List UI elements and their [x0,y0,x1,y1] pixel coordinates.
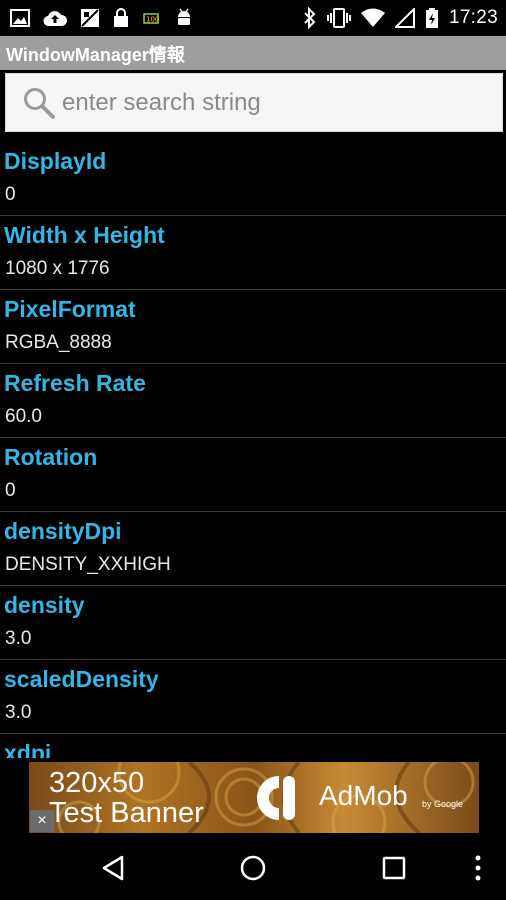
item-label: xdpi [4,740,52,758]
list-item[interactable]: PixelFormat RGBA_8888 [0,290,506,364]
item-value: 3.0 [5,628,32,649]
signal-icon [394,8,415,28]
gallery-icon [80,8,100,28]
recents-icon[interactable] [374,848,414,888]
bluetooth-icon [303,7,317,29]
item-label: scaledDensity [4,666,159,692]
search-icon [22,86,56,125]
home-icon[interactable] [233,848,273,888]
search-input[interactable] [62,84,492,122]
item-label: Width x Height [4,222,165,248]
battery-saver-icon: 100 [142,10,162,26]
list-item[interactable]: xdpi [0,734,506,758]
clock: 17:23 [448,7,498,28]
item-value: 60.0 [5,406,42,427]
item-label: PixelFormat [4,296,136,322]
ad-by-google: by Google [422,799,464,809]
ad-brand: AdMob [319,780,408,811]
admob-logo-icon [255,774,307,827]
item-label: Rotation [4,444,98,470]
item-label: Refresh Rate [4,370,146,396]
app-title: WindowManager情報 [6,45,185,65]
item-value: RGBA_8888 [5,332,112,353]
vibrate-icon [326,7,351,29]
list-item[interactable]: Width x Height 1080 x 1776 [0,216,506,290]
image-icon [10,9,30,27]
ad-line-1: 320x50 [49,767,145,799]
lock-icon [113,8,129,28]
list-item[interactable]: density 3.0 [0,586,506,660]
list-item[interactable]: Rotation 0 [0,438,506,512]
navigation-bar [0,836,506,900]
info-list[interactable]: DisplayId 0 Width x Height 1080 x 1776 P… [0,142,506,758]
list-item[interactable]: scaledDensity 3.0 [0,660,506,734]
overflow-menu-icon[interactable] [458,848,498,888]
battery-charging-icon [425,7,439,29]
cloud-upload-icon [43,9,67,27]
list-item[interactable]: densityDpi DENSITY_XXHIGH [0,512,506,586]
ad-close-button[interactable]: × [30,810,54,832]
item-value: 3.0 [5,702,32,723]
item-label: densityDpi [4,518,122,544]
status-bar: 100 17:23 [0,0,506,36]
back-icon[interactable] [93,848,133,888]
list-item[interactable]: Refresh Rate 60.0 [0,364,506,438]
item-label: density [4,592,85,618]
action-bar: WindowManager情報 [0,36,506,70]
item-label: DisplayId [4,148,107,174]
item-value: 0 [5,480,16,501]
svg-text:100: 100 [146,16,159,24]
ad-banner[interactable]: 320x50 Test Banner AdMob by Google × [29,762,479,833]
item-value: 1080 x 1776 [5,258,110,279]
ad-line-2: Test Banner [49,797,204,829]
wifi-icon [360,8,385,28]
item-value: 0 [5,184,16,205]
android-debug-icon [175,8,193,28]
search-box[interactable] [5,73,503,132]
list-item[interactable]: DisplayId 0 [0,142,506,216]
ad-text: 320x50 Test Banner [49,768,204,828]
item-value: DENSITY_XXHIGH [5,554,171,575]
